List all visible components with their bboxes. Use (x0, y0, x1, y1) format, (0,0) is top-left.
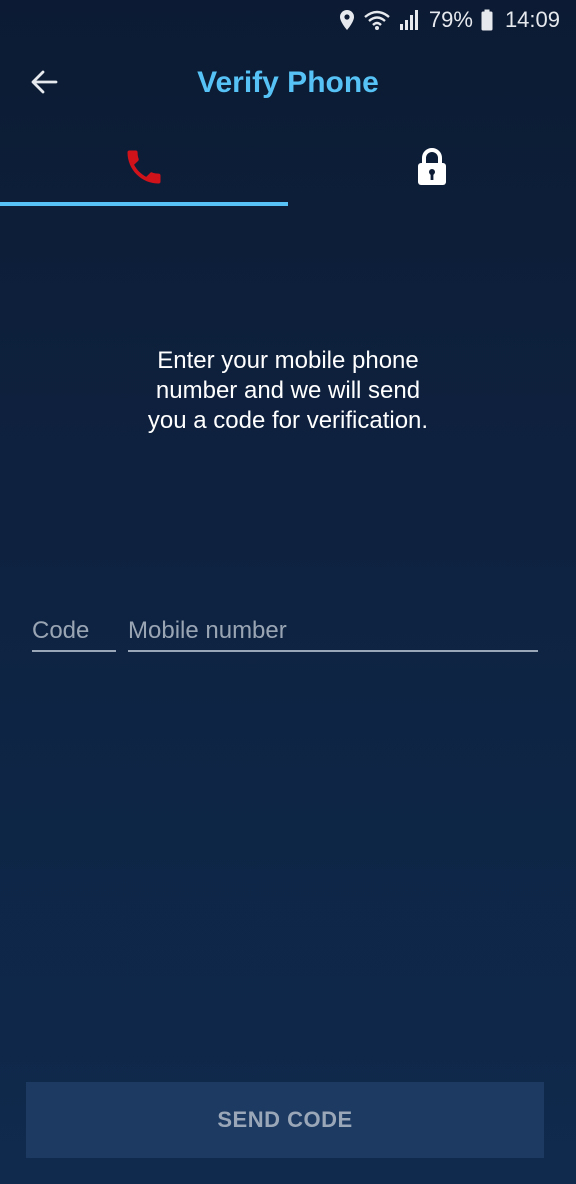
location-icon (339, 9, 355, 31)
status-time: 14:09 (504, 7, 560, 32)
instruction-line-3: you a code for verification. (147, 407, 429, 434)
signal-icon (399, 9, 419, 31)
tab-phone[interactable] (0, 132, 288, 206)
app-bar: Verify Phone (0, 48, 576, 120)
status-bar: 79% 14:09 (0, 0, 576, 40)
wifi-icon (363, 9, 391, 31)
phone-icon (122, 145, 166, 194)
code-field-wrapper (32, 600, 116, 656)
mobile-field-wrapper (128, 600, 538, 656)
country-code-input[interactable] (32, 600, 116, 656)
send-code-button[interactable]: SEND CODE (26, 1082, 544, 1158)
instruction-line-2: number and we will send (155, 377, 421, 404)
tab-bar (0, 132, 576, 206)
mobile-number-input[interactable] (128, 600, 538, 656)
lock-icon (416, 147, 448, 192)
page-title: Verify Phone (197, 66, 379, 99)
battery-icon (481, 9, 493, 31)
instruction-line-1: Enter your mobile phone (157, 347, 419, 374)
instruction-text: Enter your mobile phone number and we wi… (0, 346, 576, 436)
tab-lock[interactable] (288, 132, 576, 206)
battery-percentage: 79% (428, 7, 473, 32)
